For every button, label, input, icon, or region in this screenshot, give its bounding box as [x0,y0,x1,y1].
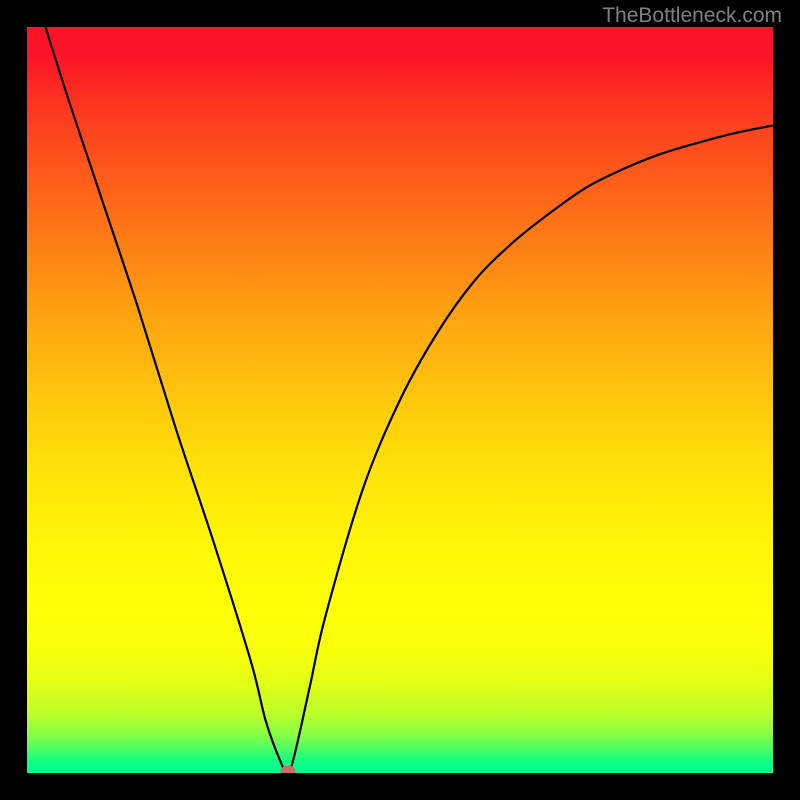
curve-svg [27,27,773,773]
minimum-point-marker [281,766,296,774]
bottleneck-curve-path [27,27,773,773]
plot-area [27,27,773,773]
attribution-text: TheBottleneck.com [602,4,782,28]
